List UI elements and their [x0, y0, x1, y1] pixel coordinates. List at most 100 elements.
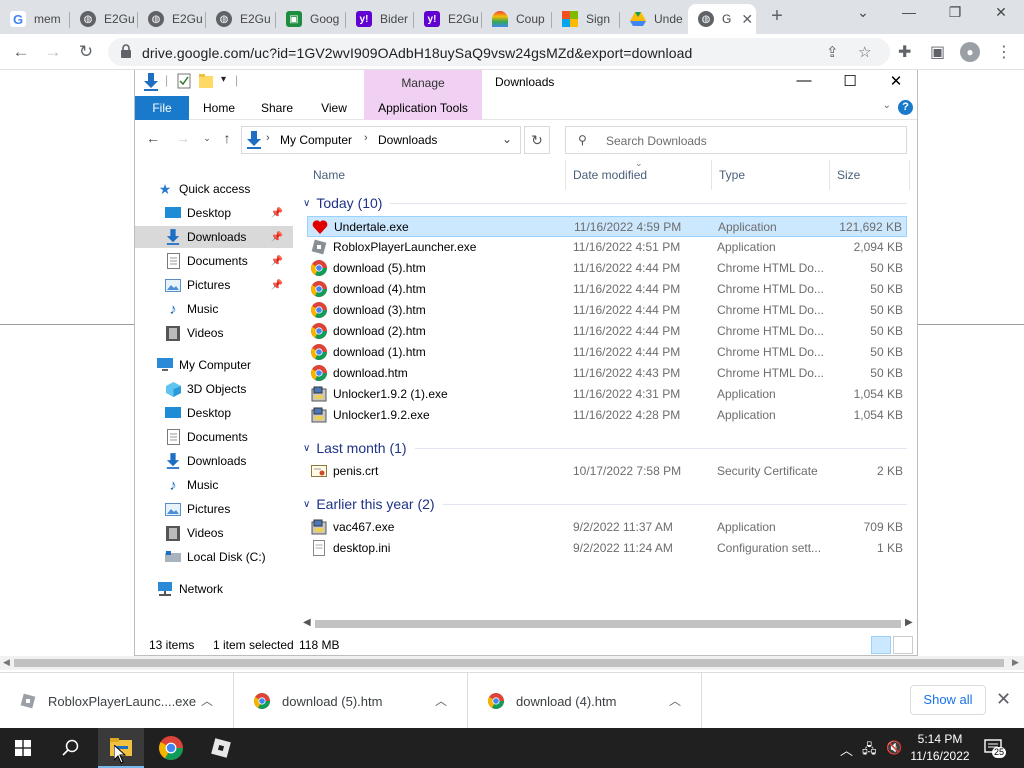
scrollbar-thumb[interactable] — [14, 659, 1004, 667]
minimize-icon[interactable]: — — [789, 72, 819, 89]
chevron-up-icon[interactable]: ︿ — [201, 692, 213, 709]
chevron-down-icon[interactable]: ∨ — [303, 443, 310, 454]
browser-tab-active[interactable]: ◍ G ✕ — [688, 4, 756, 34]
scroll-right-icon[interactable]: ▶ — [905, 617, 913, 628]
browser-tab[interactable]: Unde — [620, 4, 688, 34]
system-clock[interactable]: 5:14 PM 11/16/2022 — [905, 731, 975, 765]
expand-ribbon-icon[interactable]: ⌄ — [883, 100, 891, 111]
scroll-right-icon[interactable]: ▶ — [1012, 657, 1019, 668]
chevron-down-icon[interactable]: ∨ — [303, 198, 310, 209]
minimize-icon[interactable]: — — [898, 4, 920, 20]
show-all-button[interactable]: Show all — [910, 685, 986, 715]
quick-access-dropdown-icon[interactable]: ▾ — [221, 74, 226, 85]
nav-3d-objects[interactable]: 3D Objects — [135, 378, 293, 400]
breadcrumb-my-computer[interactable]: My Computer — [280, 133, 352, 147]
browser-tab[interactable]: ◍ E2Gu — [206, 4, 276, 34]
chevron-down-icon[interactable]: ∨ — [303, 499, 310, 510]
tab-search-icon[interactable]: ⌄ — [852, 4, 874, 21]
ribbon-tab-share[interactable]: Share — [249, 96, 305, 120]
start-windows-icon[interactable] — [0, 728, 46, 768]
address-bar[interactable]: drive.google.com/uc?id=1GV2wvI909OAdbH18… — [108, 38, 890, 66]
scroll-left-icon[interactable]: ◀ — [3, 657, 10, 668]
side-panel-icon[interactable]: ▣ — [930, 42, 945, 62]
file-row[interactable]: Unlocker1.9.2 (1).exe 11/16/2022 4:31 PM A… — [307, 384, 907, 405]
file-group-header[interactable]: ∨ Today (10) — [301, 192, 907, 214]
file-group-header[interactable]: ∨ Last month (1) — [301, 437, 907, 459]
file-row[interactable]: download (4).htm 11/16/2022 4:44 PM Chrome… — [307, 279, 907, 300]
browser-tab[interactable]: ▣ Goog — [276, 4, 346, 34]
profile-avatar-icon[interactable]: ● — [960, 42, 980, 62]
close-window-icon[interactable]: ✕ — [881, 72, 911, 90]
up-arrow-icon[interactable]: ↑ — [217, 130, 237, 146]
file-row[interactable]: penis.crt 10/17/2022 7:58 PM Security Cert… — [307, 461, 907, 482]
new-folder-icon[interactable] — [199, 73, 213, 89]
file-row[interactable]: Undertale.exe 11/16/2022 4:59 PM Applicati… — [307, 216, 907, 237]
column-name[interactable]: Name — [313, 168, 345, 182]
file-row[interactable]: RobloxPlayerLauncher.exe 11/16/2022 4:51 … — [307, 237, 907, 258]
forward-arrow-icon[interactable]: → — [173, 130, 193, 146]
manage-tab-header[interactable]: Manage — [364, 70, 482, 96]
browser-tab[interactable]: Sign — [552, 4, 620, 34]
nav-quick-pictures[interactable]: Pictures 📌 — [135, 274, 293, 296]
forward-icon[interactable]: → — [42, 41, 64, 63]
nav-quick-documents[interactable]: Documents 📌 — [135, 250, 293, 272]
search-icon[interactable] — [48, 728, 94, 768]
address-dropdown-icon[interactable]: ⌄ — [502, 132, 512, 146]
file-row[interactable]: download (5).htm 11/16/2022 4:44 PM Chrome… — [307, 258, 907, 279]
close-shelf-icon[interactable]: ✕ — [996, 689, 1011, 710]
volume-muted-icon[interactable]: 🔇 — [886, 740, 902, 756]
browser-tab[interactable]: Coup — [482, 4, 552, 34]
roblox-icon[interactable] — [198, 728, 244, 768]
nav-desktop[interactable]: Desktop — [135, 402, 293, 424]
download-item[interactable]: RobloxPlayerLaunc....exe ︿ — [0, 673, 234, 729]
nav-network[interactable]: Network — [157, 578, 315, 600]
browser-tab[interactable]: ◍ E2Gu — [138, 4, 206, 34]
download-item[interactable]: download (5).htm ︿ — [234, 673, 468, 729]
show-hidden-icons-icon[interactable]: ︿ — [840, 740, 853, 759]
horizontal-scrollbar[interactable]: ◀ ▶ — [301, 616, 917, 632]
column-date-modified[interactable]: Date modified — [573, 168, 647, 182]
nav-my-computer[interactable]: My Computer — [157, 354, 315, 376]
nav-quick-access[interactable]: ★ Quick access — [157, 178, 315, 200]
file-row[interactable]: vac467.exe 9/2/2022 11:37 AM Application 70… — [307, 517, 907, 538]
properties-checkbox-icon[interactable] — [177, 73, 191, 89]
browser-tab[interactable]: G mem — [0, 4, 70, 34]
pin-icon[interactable]: 📌 — [271, 208, 283, 219]
chrome-menu-icon[interactable]: ⋮ — [996, 42, 1012, 62]
restore-icon[interactable]: ❐ — [944, 4, 966, 21]
close-tab-icon[interactable]: ✕ — [741, 11, 753, 28]
back-arrow-icon[interactable]: ← — [143, 130, 163, 146]
explorer-address-bar[interactable]: › My Computer › Downloads ⌄ — [241, 126, 521, 154]
nav-downloads[interactable]: Downloads — [135, 450, 293, 472]
details-view-icon[interactable] — [871, 636, 891, 654]
ribbon-tab-file[interactable]: File — [135, 96, 189, 120]
scrollbar-thumb[interactable] — [315, 620, 901, 628]
reload-icon[interactable]: ↻ — [75, 41, 97, 63]
file-row[interactable]: download (2).htm 11/16/2022 4:44 PM Chrome… — [307, 321, 907, 342]
scroll-left-icon[interactable]: ◀ — [303, 617, 311, 628]
recent-locations-icon[interactable]: ⌄ — [197, 133, 217, 144]
pin-icon[interactable]: 📌 — [271, 256, 283, 267]
file-group-header[interactable]: ∨ Earlier this year (2) — [301, 493, 907, 515]
nav-documents[interactable]: Documents — [135, 426, 293, 448]
page-horizontal-scrollbar[interactable]: ◀ ▶ — [0, 656, 1024, 670]
close-window-icon[interactable]: ✕ — [990, 4, 1012, 21]
file-row[interactable]: download (3).htm 11/16/2022 4:44 PM Chrome… — [307, 300, 907, 321]
nav-quick-desktop[interactable]: Desktop 📌 — [135, 202, 293, 224]
browser-tab[interactable]: y! Bider — [346, 4, 414, 34]
nav-music[interactable]: ♪ Music — [135, 474, 293, 496]
large-icons-view-icon[interactable] — [893, 636, 913, 654]
nav-local-disk[interactable]: Local Disk (C:) — [135, 546, 293, 568]
new-tab-button[interactable]: + — [766, 6, 788, 28]
nav-quick-downloads[interactable]: Downloads 📌 — [135, 226, 293, 248]
browser-tab[interactable]: y! E2Gu — [414, 4, 482, 34]
back-icon[interactable]: ← — [10, 41, 32, 63]
chrome-icon[interactable] — [148, 728, 194, 768]
extensions-puzzle-icon[interactable]: ✚ — [898, 42, 911, 62]
breadcrumb-downloads[interactable]: Downloads — [378, 133, 437, 147]
pin-icon[interactable]: 📌 — [271, 232, 283, 243]
column-type[interactable]: Type — [719, 168, 745, 182]
download-item[interactable]: download (4).htm ︿ — [468, 673, 702, 729]
nav-videos[interactable]: Videos — [135, 522, 293, 544]
maximize-icon[interactable]: ☐ — [835, 72, 865, 90]
